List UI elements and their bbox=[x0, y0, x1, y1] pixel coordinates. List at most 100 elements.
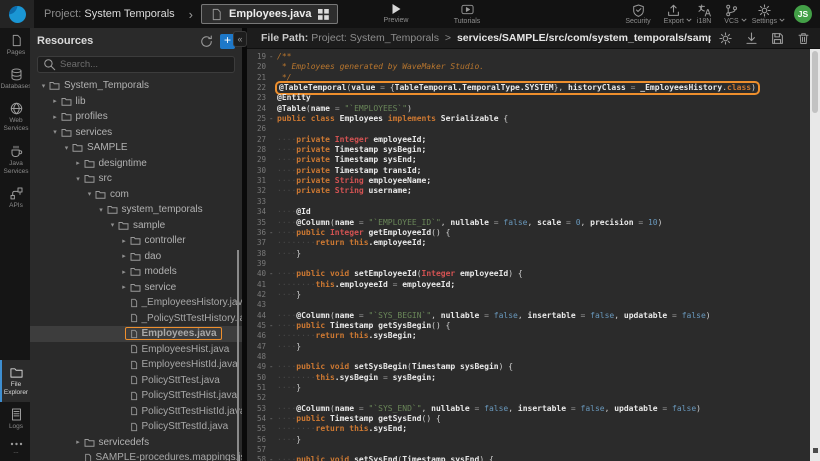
file-icon bbox=[210, 8, 223, 21]
folder-icon bbox=[61, 97, 72, 106]
fold-marker[interactable]: - bbox=[269, 414, 277, 424]
tree-item--employeeshistory-java[interactable]: _EmployeesHistory.java bbox=[30, 295, 242, 311]
preview-label: Preview bbox=[384, 17, 409, 24]
line-number: 30 bbox=[247, 166, 269, 176]
settings-button[interactable]: Settings bbox=[752, 4, 777, 25]
sidebar-item-web-services[interactable]: WebServices bbox=[0, 96, 30, 138]
chevron-expanded-icon[interactable]: ▾ bbox=[107, 221, 118, 229]
tree-item-policystttestid-java[interactable]: PolicySttTestId.java bbox=[30, 419, 242, 435]
chevron-collapsed-icon[interactable]: ▸ bbox=[50, 97, 61, 105]
search-input[interactable]: Search... bbox=[37, 56, 235, 73]
tree-item-src[interactable]: ▾ src bbox=[30, 171, 242, 187]
code-lines[interactable]: 19-/**20 * Employees generated by WaveMa… bbox=[247, 49, 810, 461]
chevron-collapsed-icon[interactable]: ▸ bbox=[119, 237, 130, 245]
tree-item-models[interactable]: ▸ models bbox=[30, 264, 242, 280]
tree-item-designtime[interactable]: ▸ designtime bbox=[30, 156, 242, 172]
chevron-expanded-icon[interactable]: ▾ bbox=[38, 82, 49, 90]
tree-item-lib[interactable]: ▸ lib bbox=[30, 94, 242, 110]
settings-button[interactable] bbox=[719, 32, 732, 45]
tree-item-sample[interactable]: ▾ SAMPLE bbox=[30, 140, 242, 156]
security-button[interactable]: Security bbox=[625, 4, 650, 25]
code-line: 57 bbox=[247, 445, 810, 455]
preview-button[interactable]: Preview bbox=[374, 3, 418, 24]
download-button[interactable] bbox=[745, 32, 758, 45]
tree-item-service[interactable]: ▸ service bbox=[30, 280, 242, 296]
fold-marker bbox=[269, 393, 277, 403]
file-icon bbox=[130, 313, 138, 323]
fold-marker bbox=[269, 73, 277, 83]
tree-item-servicedefs[interactable]: ▸ servicedefs bbox=[30, 435, 242, 451]
database-icon bbox=[10, 68, 23, 81]
sidebar-item-java-services[interactable]: JavaServices bbox=[0, 139, 30, 181]
i18n-button[interactable]: i18N bbox=[697, 4, 711, 25]
fold-marker[interactable]: - bbox=[269, 52, 277, 62]
vcs-button[interactable]: VCS bbox=[724, 4, 738, 25]
tree-item-label: designtime bbox=[99, 158, 147, 169]
fold-marker[interactable]: - bbox=[269, 455, 277, 461]
tree-item-sample[interactable]: ▾ sample bbox=[30, 218, 242, 234]
collapse-panel-button[interactable]: « bbox=[233, 31, 247, 47]
sidebar-item-logs[interactable]: Logs bbox=[0, 402, 30, 436]
sidebar-item-pages[interactable]: Pages bbox=[0, 28, 30, 62]
resources-panel: Resources + Search... ▾ System_Temporals… bbox=[30, 28, 242, 461]
chevron-expanded-icon[interactable]: ▾ bbox=[73, 175, 84, 183]
chevron-collapsed-icon[interactable]: ▸ bbox=[73, 438, 84, 446]
tree-item-com[interactable]: ▾ com bbox=[30, 187, 242, 203]
export-button[interactable]: Export bbox=[664, 4, 684, 25]
wavemaker-logo[interactable] bbox=[0, 0, 34, 28]
tree-item-policystttesthistid-java[interactable]: PolicySttTestHistId.java bbox=[30, 404, 242, 420]
tree-item-employeeshistid-java[interactable]: EmployeesHistId.java bbox=[30, 357, 242, 373]
chevron-expanded-icon[interactable]: ▾ bbox=[96, 206, 107, 214]
tab-employees-java[interactable]: Employees.java bbox=[201, 4, 338, 24]
tree-scrollbar[interactable] bbox=[237, 250, 239, 461]
fold-marker bbox=[269, 135, 277, 145]
avatar[interactable]: JS bbox=[794, 5, 812, 23]
code-line: 22@TableTemporal(value = {TableTemporal.… bbox=[247, 83, 810, 93]
chevron-expanded-icon[interactable]: ▾ bbox=[84, 190, 95, 198]
tree-item--policystttesthistory-java[interactable]: _PolicySttTestHistory.java bbox=[30, 311, 242, 327]
sidebar-item-label: Logs bbox=[9, 423, 23, 431]
fold-marker[interactable]: - bbox=[269, 321, 277, 331]
sidebar-item-file-explorer[interactable]: FileExplorer bbox=[0, 360, 30, 402]
editor-scrollbar[interactable] bbox=[810, 49, 820, 461]
folder-icon bbox=[95, 190, 106, 199]
folder-icon bbox=[130, 283, 141, 292]
fold-marker[interactable]: - bbox=[269, 228, 277, 238]
grid-icon[interactable] bbox=[318, 9, 329, 20]
chevron-collapsed-icon[interactable]: ▸ bbox=[119, 268, 130, 276]
tree-item-label: Employees.java bbox=[142, 328, 217, 339]
tree-item-employees-java[interactable]: Employees.java bbox=[30, 326, 242, 342]
chevron-collapsed-icon[interactable]: ▸ bbox=[50, 113, 61, 121]
tree-item-employeeshist-java[interactable]: EmployeesHist.java bbox=[30, 342, 242, 358]
fold-marker[interactable]: - bbox=[269, 114, 277, 124]
chevron-collapsed-icon[interactable]: ▸ bbox=[73, 159, 84, 167]
tree-item-system-temporals[interactable]: ▾ System_Temporals bbox=[30, 78, 242, 94]
chevron-collapsed-icon[interactable]: ▸ bbox=[119, 252, 130, 260]
chevron-expanded-icon[interactable]: ▾ bbox=[61, 144, 72, 152]
fold-marker[interactable]: - bbox=[269, 362, 277, 372]
file-icon bbox=[130, 391, 138, 401]
code-line: 54-····public Timestamp getSysEnd() { bbox=[247, 414, 810, 424]
sidebar-item-apis[interactable]: APIs bbox=[0, 181, 30, 215]
tree-item-system-temporals[interactable]: ▾ system_temporals bbox=[30, 202, 242, 218]
sidebar-item-databases[interactable]: Databases bbox=[0, 62, 30, 96]
chevron-expanded-icon[interactable]: ▾ bbox=[50, 128, 61, 136]
line-number: 27 bbox=[247, 135, 269, 145]
tree-item-sample-procedures-mappings-json[interactable]: SAMPLE-procedures.mappings.json bbox=[30, 450, 242, 461]
chevron-collapsed-icon[interactable]: ▸ bbox=[119, 283, 130, 291]
tree-item-policystttest-java[interactable]: PolicySttTest.java bbox=[30, 373, 242, 389]
tutorials-button[interactable]: Tutorials bbox=[443, 3, 491, 25]
tree-item-dao[interactable]: ▸ dao bbox=[30, 249, 242, 265]
fold-marker[interactable]: - bbox=[269, 269, 277, 279]
tree-item-policystttesthist-java[interactable]: PolicySttTestHist.java bbox=[30, 388, 242, 404]
tree-item-profiles[interactable]: ▸ profiles bbox=[30, 109, 242, 125]
editor-scrollbar-thumb[interactable] bbox=[812, 51, 818, 113]
code-line: 28····private Timestamp sysBegin; bbox=[247, 145, 810, 155]
tree-item-controller[interactable]: ▸ controller bbox=[30, 233, 242, 249]
refresh-icon[interactable] bbox=[200, 35, 213, 48]
tree-item-services[interactable]: ▾ services bbox=[30, 125, 242, 141]
sidebar-item-[interactable]: ... bbox=[0, 436, 30, 461]
save-button[interactable] bbox=[771, 32, 784, 45]
line-number: 32 bbox=[247, 186, 269, 196]
delete-button[interactable] bbox=[797, 32, 810, 45]
